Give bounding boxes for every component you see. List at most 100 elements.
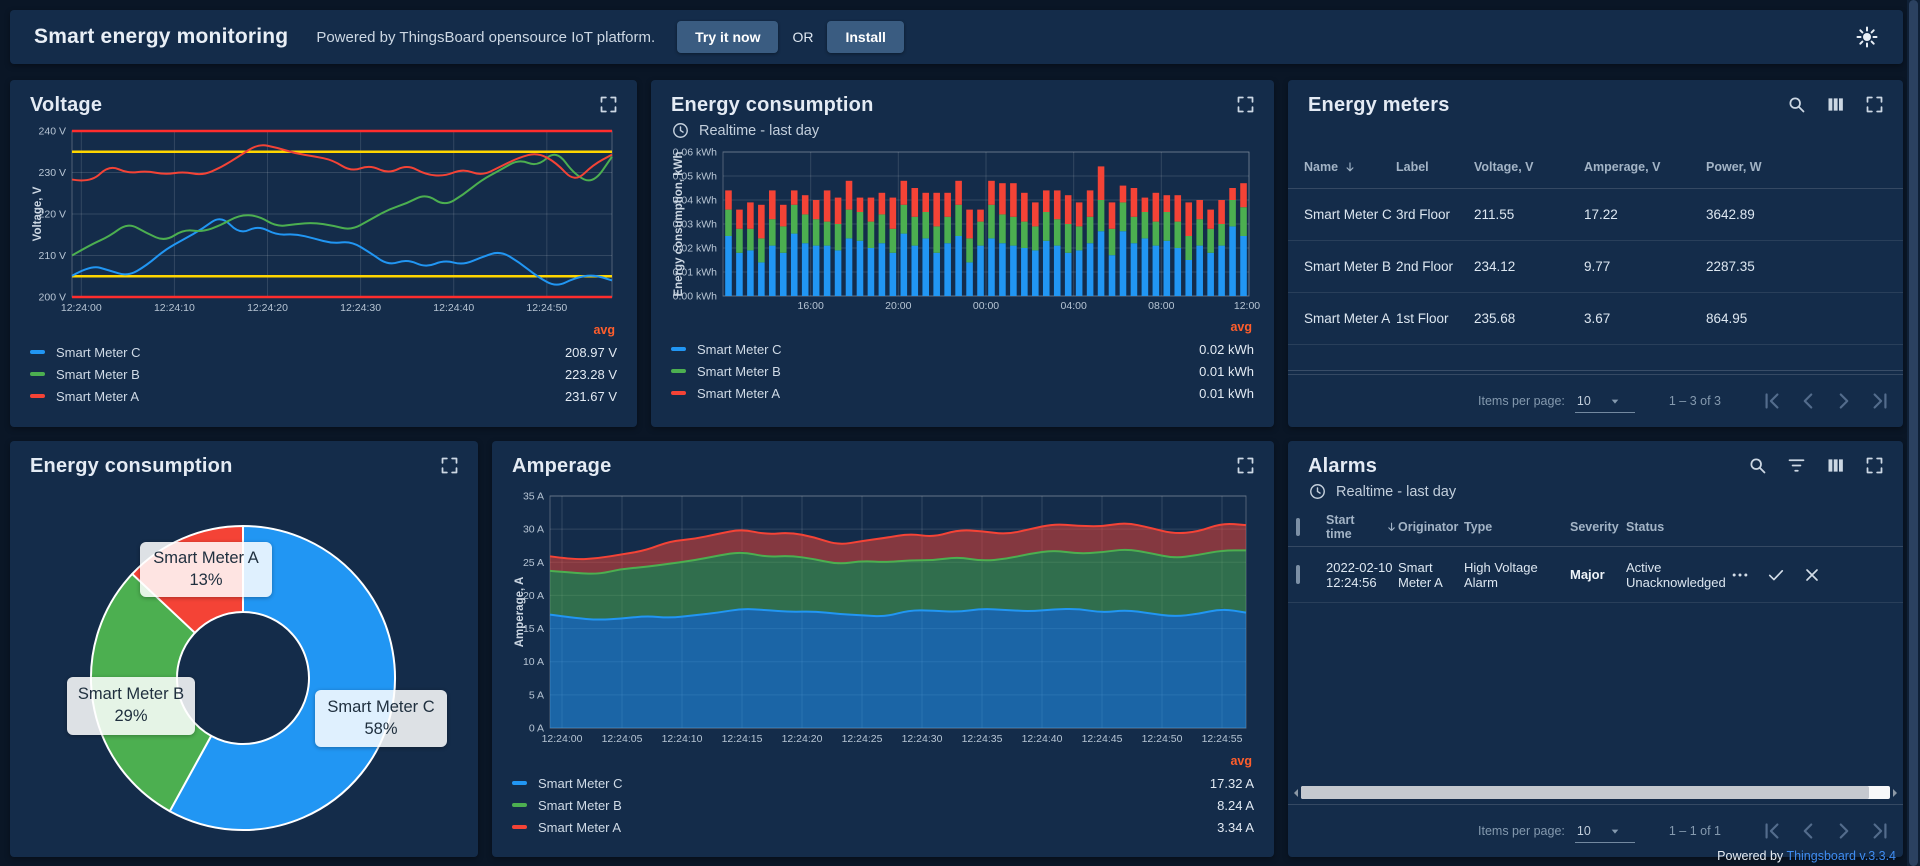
try-it-now-button[interactable]: Try it now (677, 21, 778, 53)
svg-text:12:24:10: 12:24:10 (154, 302, 195, 314)
pagination-separator (1288, 370, 1903, 371)
column-header-start-time[interactable]: Start time (1326, 513, 1398, 541)
column-header-status[interactable]: Status (1626, 520, 1730, 534)
table-header-row: Name Label Voltage, V Amperage, V Power,… (1288, 145, 1903, 189)
brightness-sun-icon[interactable] (1855, 25, 1879, 49)
svg-text:210 V: 210 V (39, 250, 66, 262)
fullscreen-icon[interactable] (1235, 455, 1256, 476)
cell-voltage: 211.55 (1474, 207, 1584, 222)
timewindow-label[interactable]: Realtime - last day (1336, 484, 1456, 500)
items-per-page-select[interactable]: 10 (1575, 390, 1635, 413)
column-header-power[interactable]: Power, W (1706, 160, 1887, 174)
scrollbar-thumb[interactable] (1301, 786, 1869, 799)
fullscreen-icon[interactable] (1235, 94, 1256, 115)
column-header-severity[interactable]: Severity (1570, 520, 1626, 534)
cell-amperage: 17.22 (1584, 207, 1706, 222)
legend-avg-value: 8.24 A (1217, 798, 1254, 813)
legend-item[interactable]: Smart Meter A 0.01 kWh (671, 382, 1254, 404)
column-header-label[interactable]: Label (1396, 160, 1474, 174)
svg-text:12:24:00: 12:24:00 (61, 302, 102, 314)
fullscreen-icon[interactable] (1864, 455, 1885, 476)
first-page-button[interactable] (1759, 388, 1785, 414)
table-row[interactable]: Smart Meter C 3rd Floor 211.55 17.22 364… (1288, 189, 1903, 241)
cell-label: 3rd Floor (1396, 207, 1474, 222)
horizontal-scrollbar[interactable] (1290, 785, 1901, 800)
legend-label: Smart Meter B (697, 364, 781, 379)
last-page-button[interactable] (1867, 388, 1893, 414)
svg-text:12:24:50: 12:24:50 (526, 302, 567, 314)
first-page-button[interactable] (1759, 818, 1785, 844)
thingsboard-version-link[interactable]: Thingsboard v.3.3.4 (1786, 849, 1896, 863)
cell-power: 2287.35 (1706, 259, 1887, 274)
widget-title: Amperage (512, 455, 611, 478)
column-header-type[interactable]: Type (1464, 520, 1570, 534)
cell-name: Smart Meter B (1304, 259, 1396, 274)
items-per-page-value: 10 (1577, 394, 1591, 408)
legend-item[interactable]: Smart Meter C 0.02 kWh (671, 338, 1254, 360)
fullscreen-icon[interactable] (598, 94, 619, 115)
select-all-checkbox[interactable] (1296, 518, 1300, 536)
prev-page-button[interactable] (1795, 818, 1821, 844)
column-header-amperage[interactable]: Amperage, V (1584, 160, 1706, 174)
svg-text:16:00: 16:00 (798, 300, 824, 312)
clear-close-icon[interactable] (1802, 565, 1822, 585)
svg-text:35 A: 35 A (523, 491, 544, 503)
legend-avg-header: avg (30, 323, 617, 341)
cell-status: Active Unacknowledged (1626, 560, 1730, 590)
more-actions-icon[interactable] (1730, 565, 1750, 585)
legend-item[interactable]: Smart Meter B 8.24 A (512, 794, 1254, 816)
legend-item[interactable]: Smart Meter A 3.34 A (512, 816, 1254, 838)
legend-item[interactable]: Smart Meter B 0.01 kWh (671, 360, 1254, 382)
legend-item[interactable]: Smart Meter A 231.67 V (30, 385, 617, 407)
legend-item[interactable]: Smart Meter B 223.28 V (30, 363, 617, 385)
energy-bars-legend: avg Smart Meter C 0.02 kWh Smart Meter B… (651, 314, 1274, 414)
scroll-left-arrow-icon[interactable] (1290, 789, 1298, 797)
series-color-swatch (30, 350, 45, 354)
cell-label: 2nd Floor (1396, 259, 1474, 274)
install-button[interactable]: Install (827, 21, 903, 53)
svg-text:25 A: 25 A (523, 557, 544, 569)
widget-title: Voltage (30, 94, 102, 117)
items-per-page-select[interactable]: 10 (1575, 820, 1635, 843)
next-page-button[interactable] (1831, 388, 1857, 414)
alarm-row[interactable]: 2022-02-10 12:24:56 Smart Meter A High V… (1288, 547, 1903, 603)
legend-label: Smart Meter A (56, 389, 139, 404)
columns-icon[interactable] (1825, 94, 1846, 115)
fullscreen-icon[interactable] (439, 455, 460, 476)
scroll-right-arrow-icon[interactable] (1893, 789, 1901, 797)
column-header-originator[interactable]: Originator (1398, 520, 1464, 534)
last-page-button[interactable] (1867, 818, 1893, 844)
series-color-swatch (512, 825, 527, 829)
next-page-button[interactable] (1831, 818, 1857, 844)
search-icon[interactable] (1747, 455, 1768, 476)
prev-page-button[interactable] (1795, 388, 1821, 414)
table-row[interactable]: Smart Meter A 1st Floor 235.68 3.67 864.… (1288, 293, 1903, 345)
cell-power: 3642.89 (1706, 207, 1887, 222)
cell-voltage: 234.12 (1474, 259, 1584, 274)
svg-text:Voltage, V: Voltage, V (32, 186, 44, 241)
row-checkbox[interactable] (1296, 565, 1300, 584)
footer: Powered by Thingsboard v.3.3.4 (1717, 849, 1896, 863)
page-scrollbar-thumb[interactable] (1909, 0, 1918, 866)
acknowledge-check-icon[interactable] (1766, 565, 1786, 585)
columns-icon[interactable] (1825, 455, 1846, 476)
legend-avg-value: 17.32 A (1210, 776, 1254, 791)
legend-item[interactable]: Smart Meter C 208.97 V (30, 341, 617, 363)
cell-name: Smart Meter A (1304, 311, 1396, 326)
table-row[interactable]: Smart Meter B 2nd Floor 234.12 9.77 2287… (1288, 241, 1903, 293)
search-icon[interactable] (1786, 94, 1807, 115)
svg-text:12:24:45: 12:24:45 (1082, 733, 1123, 745)
svg-text:10 A: 10 A (523, 656, 544, 668)
pie-label-smart-meter-b: Smart Meter B 29% (67, 677, 195, 735)
column-header-voltage[interactable]: Voltage, V (1474, 160, 1584, 174)
timewindow-label[interactable]: Realtime - last day (699, 123, 819, 139)
page-scrollbar[interactable] (1907, 0, 1920, 866)
filter-icon[interactable] (1786, 455, 1807, 476)
svg-text:12:24:20: 12:24:20 (247, 302, 288, 314)
legend-item[interactable]: Smart Meter C 17.32 A (512, 772, 1254, 794)
svg-text:04:00: 04:00 (1061, 300, 1087, 312)
energy-consumption-donut-chart[interactable] (10, 484, 478, 850)
column-header-name[interactable]: Name (1304, 160, 1396, 174)
fullscreen-icon[interactable] (1864, 94, 1885, 115)
energy-meters-widget: Energy meters Name Label Voltage, V Ampe… (1288, 80, 1903, 427)
